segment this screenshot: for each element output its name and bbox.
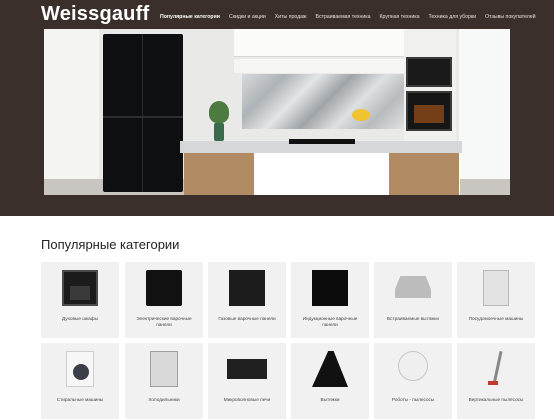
upper-cabinet-strip — [234, 59, 414, 73]
built-in-oven — [406, 91, 452, 131]
brand-logo[interactable]: Weissgauff — [41, 3, 149, 26]
category-card-stick-vacuums[interactable]: Вертикальные пылесосы — [457, 343, 535, 419]
category-label: Встраиваемые вытяжки — [387, 316, 439, 321]
black-fridge — [103, 34, 183, 192]
section-title: Популярные категории — [41, 237, 180, 252]
nav-item-cleaning[interactable]: Техника для уборки — [428, 14, 476, 20]
dishwasher-icon — [483, 270, 509, 306]
fridge-drawer-split — [103, 116, 183, 118]
category-label: Посудомоечные машины — [468, 316, 524, 321]
microwave-icon — [227, 359, 267, 379]
category-label: Стиральные машины — [56, 397, 104, 402]
category-label: Индукционные варочные панели — [302, 316, 358, 327]
stick-vacuum-icon — [478, 351, 514, 387]
island-hob — [289, 139, 355, 144]
induction-hob-icon — [312, 270, 348, 306]
category-label: Электрические варочные панели — [136, 316, 192, 327]
category-label: Газовые варочные панели — [218, 316, 276, 321]
nav-item-built-in[interactable]: Встраиваемая техника — [316, 14, 371, 20]
plant — [209, 101, 229, 123]
fridge-door-split — [142, 34, 143, 192]
kitchen-banner-image[interactable] — [44, 29, 510, 195]
nav-item-large-appliances[interactable]: Крупная техника — [380, 14, 420, 20]
hero-banner: Weissgauff Популярные категории Скидки и… — [0, 0, 554, 216]
category-card-robot-vacuums[interactable]: Роботы - пылесосы — [374, 343, 452, 419]
category-card-built-in-hoods[interactable]: Встраиваемые вытяжки — [374, 262, 452, 338]
nav-item-popular[interactable]: Популярные категории — [160, 14, 220, 20]
marble-backsplash — [242, 74, 410, 129]
category-card-fridges[interactable]: Холодильники — [125, 343, 203, 419]
built-in-hood-icon — [395, 276, 431, 298]
vase — [214, 123, 224, 141]
window — [459, 29, 510, 195]
oven-icon — [62, 270, 98, 306]
category-card-dishwashers[interactable]: Посудомоечные машины — [457, 262, 535, 338]
washing-machine-icon — [66, 351, 94, 387]
electric-hob-icon — [146, 270, 182, 306]
category-card-electric-hobs[interactable]: Электрические варочные панели — [125, 262, 203, 338]
upper-cabinets — [234, 29, 414, 57]
category-label: Вытяжки — [320, 397, 340, 402]
category-card-induction-hobs[interactable]: Индукционные варочные панели — [291, 262, 369, 338]
category-label: Холодильники — [148, 397, 180, 402]
category-card-microwaves[interactable]: Микроволновые печи — [208, 343, 286, 419]
fridge-icon — [150, 351, 178, 387]
category-card-washing-machines[interactable]: Стиральные машины — [41, 343, 119, 419]
category-card-ovens[interactable]: Духовые шкафы — [41, 262, 119, 338]
nav-item-reviews[interactable]: Отзывы покупателей — [485, 14, 535, 20]
category-label: Роботы - пылесосы — [391, 397, 435, 402]
category-card-hoods[interactable]: Вытяжки — [291, 343, 369, 419]
nav-item-sales[interactable]: Скидки и акции — [229, 14, 266, 20]
category-card-gas-hobs[interactable]: Газовые варочные панели — [208, 262, 286, 338]
gas-hob-icon — [229, 270, 265, 306]
nav-item-bestsellers[interactable]: Хиты продаж — [275, 14, 307, 20]
category-label: Духовые шкафы — [61, 316, 99, 321]
lemon-bowl — [352, 109, 370, 121]
category-label: Вертикальные пылесосы — [468, 397, 524, 402]
island-wood-panel-left — [184, 153, 254, 195]
top-navigation: Популярные категории Скидки и акции Хиты… — [160, 14, 545, 20]
robot-vacuum-icon — [398, 351, 428, 381]
built-in-microwave — [406, 57, 452, 87]
island-wood-panel-right — [389, 153, 459, 195]
category-label: Микроволновые печи — [223, 397, 271, 402]
hood-icon — [312, 351, 348, 387]
oven-window — [414, 105, 444, 123]
wall — [44, 29, 99, 195]
